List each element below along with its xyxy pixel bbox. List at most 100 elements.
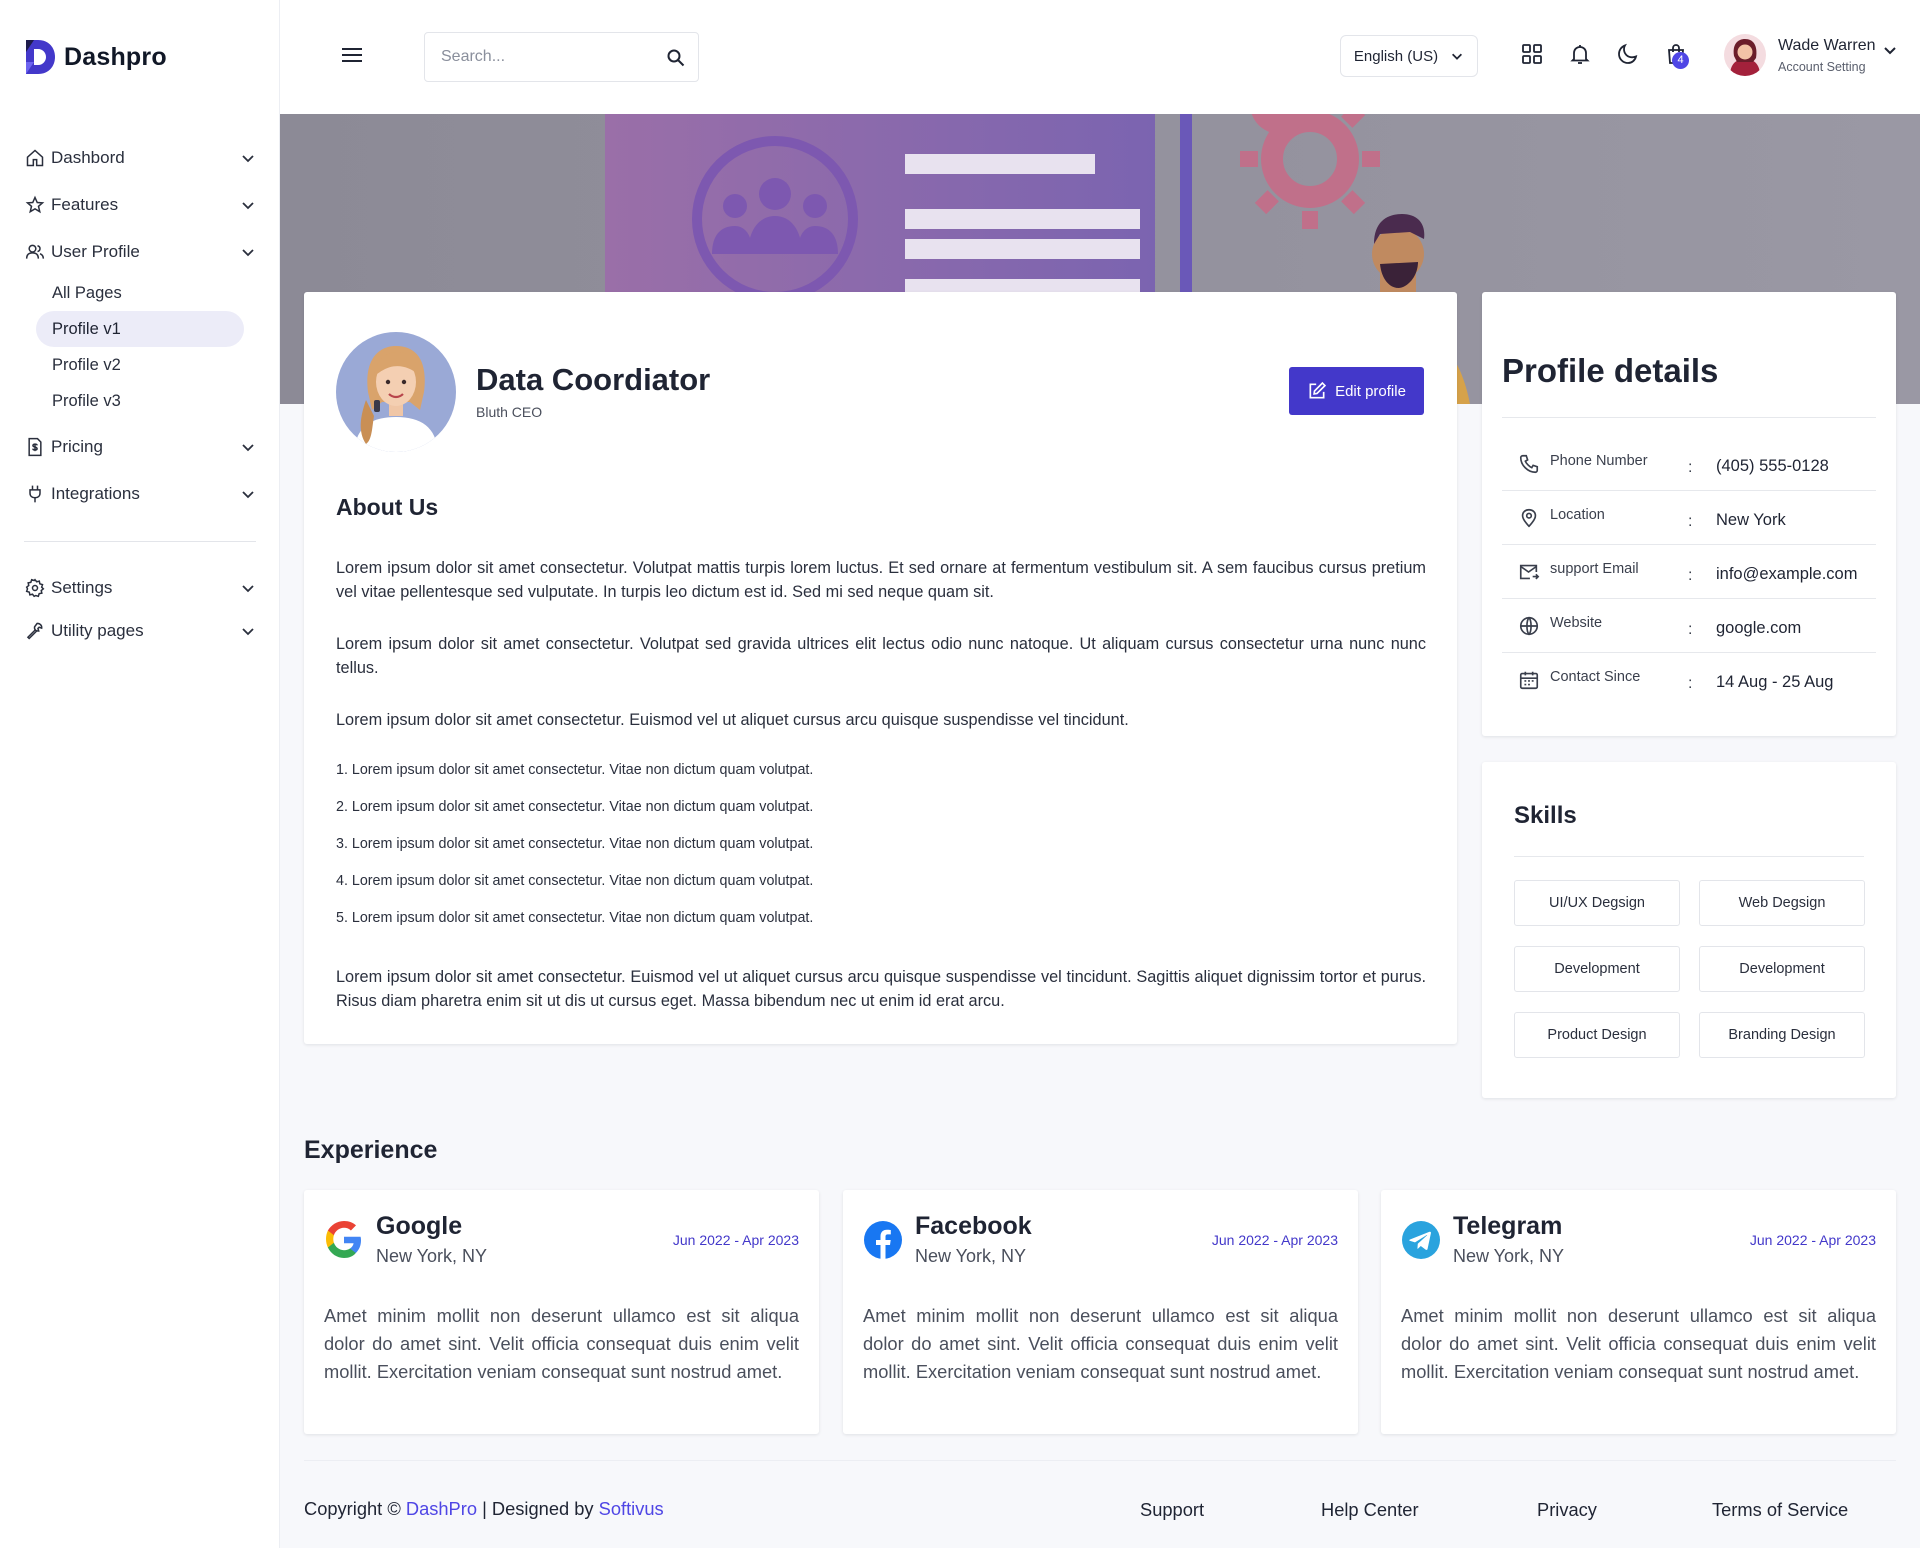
account-setting-label: Account Setting (1778, 59, 1866, 74)
sidebar-item-features[interactable]: Features (24, 181, 256, 228)
copyright-mid: | Designed by (477, 1498, 599, 1519)
company-name: Facebook (915, 1212, 1032, 1240)
telegram-logo-icon (1402, 1221, 1440, 1259)
sidebar-item-integrations[interactable]: Integrations (24, 470, 256, 517)
sidebar-item-utility-pages[interactable]: Utility pages (24, 607, 256, 654)
about-list-item: 1. Lorem ipsum dolor sit amet consectetu… (336, 762, 814, 778)
sidebar-item-label: Integrations (51, 483, 140, 503)
skills-card: Skills UI/UX Degsign Web Degsign Develop… (1482, 762, 1896, 1098)
detail-value: New York (1716, 511, 1786, 529)
chevron-down-icon (242, 154, 254, 162)
sidebar-subitem-profile-v3[interactable]: Profile v3 (36, 383, 244, 419)
sidebar: Dashpro Dashbord Features User Profile A… (0, 0, 280, 1548)
detail-label: Website (1550, 615, 1603, 631)
cart-count-badge: 4 (1672, 52, 1689, 69)
sidebar-item-dashboard[interactable]: Dashbord (24, 134, 256, 181)
employment-dates: Jun 2022 - Apr 2023 (672, 1232, 799, 1248)
gear-icon (24, 577, 46, 599)
detail-label: support Email (1550, 561, 1639, 577)
brand[interactable]: Dashpro (22, 38, 167, 76)
chevron-down-icon (242, 443, 254, 451)
company-name: Google (376, 1212, 463, 1240)
footer-link-terms[interactable]: Terms of Service (1712, 1499, 1848, 1521)
company-name: Telegram (1453, 1212, 1563, 1240)
detail-row-email: support Email : info@example.com (1502, 545, 1876, 599)
experience-card-google: Google New York, NY Jun 2022 - Apr 2023 … (304, 1190, 819, 1434)
about-body: Lorem ipsum dolor sit amet consectetur. … (336, 556, 1426, 1041)
skill-tag[interactable]: Branding Design (1699, 1012, 1865, 1058)
globe-icon (1519, 616, 1539, 636)
detail-row-website: Website : google.com (1502, 599, 1876, 653)
copyright: Copyright © DashPro | Designed by Softiv… (304, 1498, 664, 1520)
company-location: New York, NY (915, 1246, 1027, 1266)
experience-card-facebook: Facebook New York, NY Jun 2022 - Apr 202… (843, 1190, 1358, 1434)
sidebar-subitem-all-pages[interactable]: All Pages (36, 275, 244, 311)
bell-icon[interactable] (1568, 42, 1592, 66)
user-profile-submenu: All Pages Profile v1 Profile v2 Profile … (36, 275, 244, 419)
skill-tag[interactable]: Product Design (1514, 1012, 1680, 1058)
detail-value: info@example.com (1716, 565, 1858, 583)
about-paragraph: Lorem ipsum dolor sit amet consectetur. … (336, 711, 1129, 729)
softivus-link[interactable]: Softivus (599, 1498, 664, 1519)
experience-card-telegram: Telegram New York, NY Jun 2022 - Apr 202… (1381, 1190, 1896, 1434)
about-list-item: 5. Lorem ipsum dolor sit amet consectetu… (336, 910, 814, 926)
user-name: Wade Warren (1778, 36, 1876, 54)
sidebar-subitem-profile-v2[interactable]: Profile v2 (36, 347, 244, 383)
moon-icon[interactable] (1616, 42, 1640, 66)
employment-dates: Jun 2022 - Apr 2023 (1211, 1232, 1338, 1248)
menu-toggle-icon[interactable] (342, 48, 362, 64)
profile-details-card: Profile details Phone Number : (405) 555… (1482, 292, 1896, 736)
dashpro-link[interactable]: DashPro (406, 1498, 477, 1519)
sidebar-item-label: User Profile (51, 241, 140, 261)
language-label: English (US) (1353, 47, 1439, 65)
footer-link-help-center[interactable]: Help Center (1321, 1499, 1419, 1521)
user-menu[interactable]: Wade Warren Account Setting (1724, 34, 1898, 76)
footer-link-privacy[interactable]: Privacy (1537, 1499, 1597, 1521)
edit-profile-button[interactable]: Edit profile (1289, 367, 1424, 415)
skills-heading: Skills (1514, 802, 1577, 829)
sidebar-item-pricing[interactable]: Pricing (24, 423, 256, 470)
profile-avatar (336, 332, 456, 452)
skill-tag[interactable]: UI/UX Degsign (1514, 880, 1680, 926)
skill-tag[interactable]: Development (1699, 946, 1865, 992)
skill-tag[interactable]: Web Degsign (1699, 880, 1865, 926)
chevron-down-icon (1883, 47, 1896, 55)
location-pin-icon (1521, 508, 1537, 528)
plug-icon (24, 483, 46, 505)
about-list-item: 2. Lorem ipsum dolor sit amet consectetu… (336, 799, 814, 815)
detail-colon: : (1688, 567, 1693, 584)
detail-row-phone: Phone Number : (405) 555-0128 (1502, 437, 1876, 491)
search-icon[interactable] (666, 48, 686, 68)
sidebar-item-user-profile[interactable]: User Profile (24, 228, 256, 275)
sidebar-nav: Dashbord Features User Profile All Pages… (24, 134, 256, 654)
footer-divider (304, 1460, 1896, 1461)
employment-dates: Jun 2022 - Apr 2023 (1749, 1232, 1876, 1248)
about-paragraph: Lorem ipsum dolor sit amet consectetur. … (336, 635, 1426, 677)
user-avatar (1724, 34, 1766, 76)
user-info: Wade Warren Account Setting (1778, 37, 1876, 74)
footer-link-support[interactable]: Support (1140, 1499, 1204, 1521)
experience-description: Amet minim mollit non deserunt ullamco e… (1401, 1305, 1876, 1382)
sidebar-item-settings[interactable]: Settings (24, 564, 256, 611)
chevron-down-icon (242, 490, 254, 498)
profile-title: Data Coordiator (476, 362, 711, 397)
language-selector[interactable]: English (US) (1340, 35, 1478, 77)
detail-value: (405) 555-0128 (1716, 457, 1829, 475)
details-divider (1502, 417, 1876, 418)
skill-tag[interactable]: Development (1514, 946, 1680, 992)
detail-label: Phone Number (1550, 453, 1648, 469)
detail-colon: : (1688, 675, 1693, 692)
mail-icon (1519, 564, 1540, 580)
brand-name: Dashpro (64, 42, 167, 71)
sidebar-item-label: Pricing (51, 436, 103, 456)
experience-heading: Experience (304, 1136, 438, 1164)
chevron-down-icon (242, 201, 254, 209)
chevron-down-icon (242, 627, 254, 635)
company-location: New York, NY (376, 1246, 488, 1266)
sidebar-subitem-profile-v1[interactable]: Profile v1 (36, 311, 244, 347)
chevron-down-icon (242, 248, 254, 256)
sidebar-item-label: Features (51, 194, 119, 214)
apps-grid-icon[interactable] (1520, 42, 1544, 66)
search-input[interactable] (425, 33, 665, 81)
about-heading: About Us (336, 494, 439, 520)
